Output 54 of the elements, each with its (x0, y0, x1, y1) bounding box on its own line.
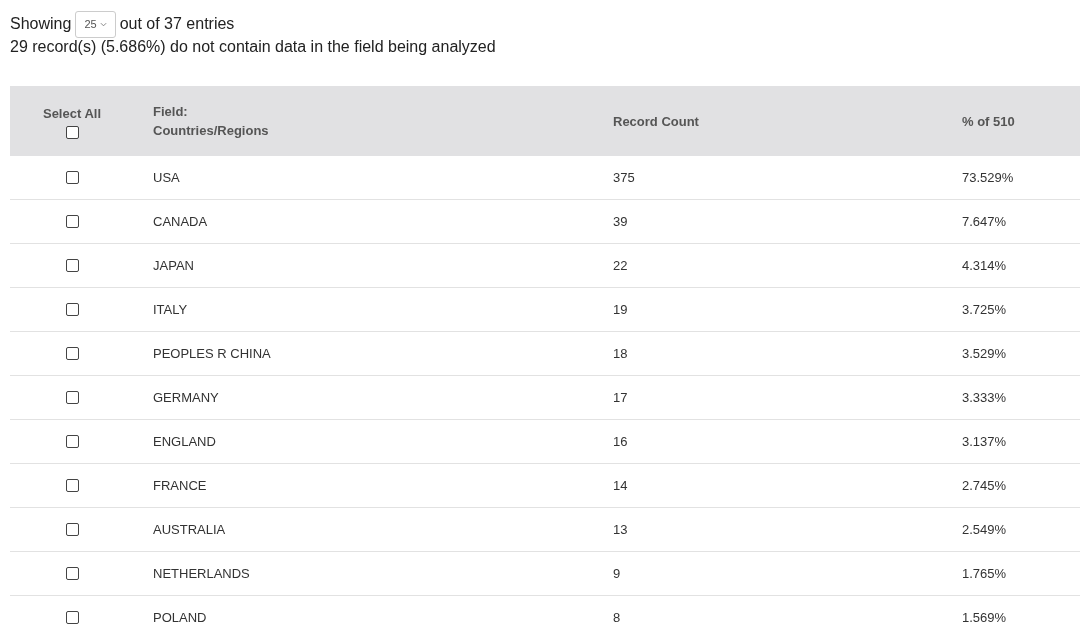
page-size-select[interactable]: 25 (75, 10, 116, 38)
column-header: Record Count (613, 112, 700, 131)
table-cell-text: PEOPLES R CHINA (152, 346, 272, 361)
table-cell-text: 18 (613, 346, 629, 361)
table-cell-text: 13 (613, 522, 629, 537)
table-cell-text: 4.314% (962, 258, 1008, 273)
table-cell-text: 3.725% (962, 302, 1008, 317)
table-cell-text: 375 (613, 170, 636, 185)
table-cell-text: AUSTRALIA (152, 522, 227, 537)
table-cell-text: 3.529% (962, 346, 1008, 361)
table-cell-text: 3.137% (962, 434, 1008, 449)
table-cell-text: USA (152, 170, 181, 185)
checkbox[interactable] (65, 435, 79, 448)
table-cell-text: 1.569% (962, 610, 1008, 625)
checkbox[interactable] (65, 259, 79, 272)
table-cell-text: 73.529% (962, 170, 1015, 185)
table-cell-text: 8 (613, 610, 622, 625)
checkbox[interactable] (65, 303, 79, 316)
table-cell-text: FRANCE (152, 478, 208, 493)
checkbox[interactable] (65, 479, 79, 492)
table-cell-text: 9 (613, 566, 622, 581)
table-cell-text: POLAND (152, 610, 208, 625)
chevron-down-icon (99, 21, 107, 27)
select-all-label: Select All (42, 104, 101, 123)
table-cell-text: 22 (613, 258, 629, 273)
checkbox[interactable] (65, 125, 79, 139)
table-cell-text: CANADA (152, 214, 209, 229)
missing-data-note: 29 record(s) (5.686%) do not contain data in the field being analyzed (10, 38, 497, 56)
table-cell-text: ENGLAND (152, 434, 217, 449)
checkbox[interactable] (65, 347, 79, 360)
table-cell-text: 19 (613, 302, 629, 317)
table-cell-text: ITALY (152, 302, 189, 317)
table-cell-text: 2.745% (962, 478, 1008, 493)
table-cell-text: 2.549% (962, 522, 1008, 537)
showing-label: Showing (10, 15, 72, 33)
table-cell-text: GERMANY (152, 390, 220, 405)
checkbox[interactable] (65, 391, 79, 404)
table-cell-text: 17 (613, 390, 629, 405)
table-cell-text: 3.333% (962, 390, 1008, 405)
table-cell-text: 16 (613, 434, 629, 449)
checkbox[interactable] (65, 523, 79, 536)
table-cell-text: 7.647% (962, 214, 1008, 229)
checkbox[interactable] (65, 567, 79, 580)
table-cell-text: 1.765% (962, 566, 1008, 581)
table-cell-text: NETHERLANDS (152, 566, 251, 581)
checkbox[interactable] (65, 171, 79, 184)
checkbox[interactable] (65, 611, 79, 624)
column-header: Field: Countries/Regions (152, 103, 270, 140)
table-cell-text: JAPAN (152, 258, 195, 273)
entries-label: out of 37 entries (119, 15, 235, 33)
table-cell-text: 39 (613, 214, 629, 229)
table-cell-text: 14 (613, 478, 629, 493)
column-header: % of 510 (962, 112, 1016, 131)
checkbox[interactable] (65, 215, 79, 228)
